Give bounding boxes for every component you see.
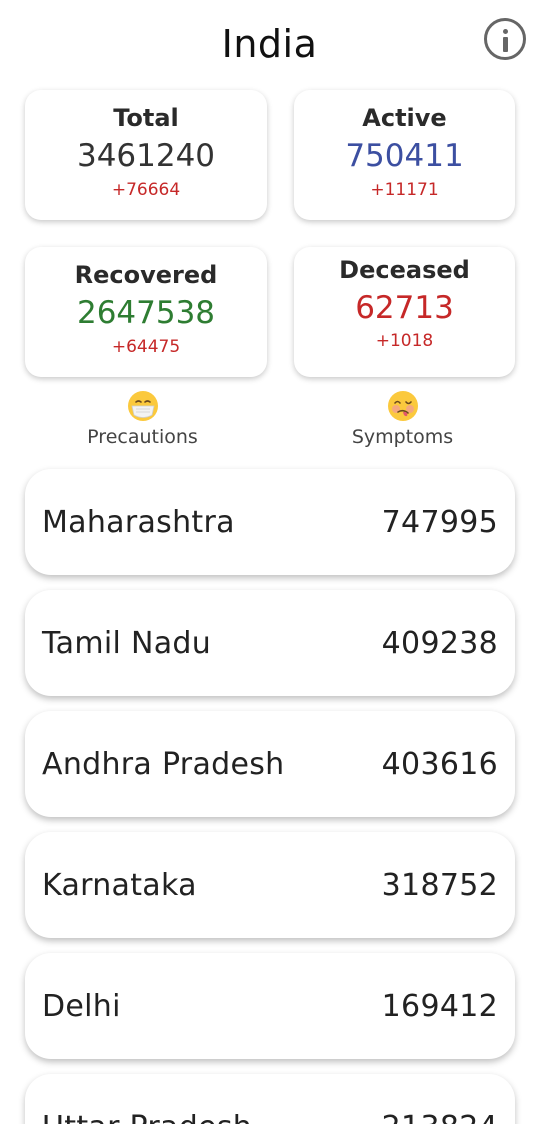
- state-card-tamil-nadu[interactable]: Tamil Nadu 409238: [25, 590, 515, 696]
- state-count: 747995: [381, 505, 498, 540]
- sick-face-icon: [387, 391, 418, 421]
- state-name: Delhi: [42, 989, 121, 1024]
- active-delta: +11171: [370, 180, 439, 200]
- deceased-value: 62713: [355, 290, 454, 326]
- state-count: 318752: [381, 868, 498, 903]
- active-value: 750411: [345, 138, 464, 174]
- info-icon: [502, 29, 508, 34]
- state-card-karnataka[interactable]: Karnataka 318752: [25, 832, 515, 938]
- state-card-maharashtra[interactable]: Maharashtra 747995: [25, 469, 515, 575]
- state-name: Tamil Nadu: [42, 626, 212, 661]
- state-count: 213824: [382, 1110, 498, 1124]
- active-card: Active 750411 +11171: [294, 90, 515, 220]
- total-card: Total 3461240 +76664: [25, 90, 267, 220]
- state-card-delhi[interactable]: Delhi 169412: [25, 953, 515, 1059]
- deceased-label: Deceased: [339, 256, 470, 284]
- recovered-label: Recovered: [74, 261, 218, 289]
- total-value: 3461240: [76, 138, 216, 174]
- state-count: 409238: [381, 626, 498, 661]
- state-name: Uttar Pradesh: [42, 1110, 252, 1124]
- state-count: 169412: [381, 989, 498, 1024]
- state-card-andhra-pradesh[interactable]: Andhra Pradesh 403616: [25, 711, 515, 817]
- active-label: Active: [362, 104, 447, 132]
- precautions-label: Precautions: [87, 426, 198, 448]
- state-name: Karnataka: [42, 868, 197, 903]
- state-name: Maharashtra: [42, 505, 235, 540]
- page-title: India: [221, 22, 318, 66]
- info-button[interactable]: [484, 18, 526, 60]
- symptoms-link[interactable]: Symptoms: [320, 390, 485, 450]
- recovered-delta: +64475: [111, 337, 181, 357]
- state-count: 403616: [381, 747, 498, 782]
- deceased-delta: +1018: [375, 331, 434, 351]
- state-name: Andhra Pradesh: [42, 747, 285, 782]
- precautions-link[interactable]: Precautions: [60, 390, 225, 450]
- mask-face-icon: [127, 391, 158, 421]
- state-card-uttar-pradesh[interactable]: Uttar Pradesh 213824: [25, 1074, 515, 1124]
- recovered-card: Recovered 2647538 +64475: [25, 247, 267, 377]
- deceased-card: Deceased 62713 +1018: [294, 247, 515, 377]
- total-label: Total: [113, 104, 179, 132]
- recovered-value: 2647538: [76, 295, 216, 331]
- total-delta: +76664: [111, 180, 181, 200]
- symptoms-label: Symptoms: [351, 426, 454, 448]
